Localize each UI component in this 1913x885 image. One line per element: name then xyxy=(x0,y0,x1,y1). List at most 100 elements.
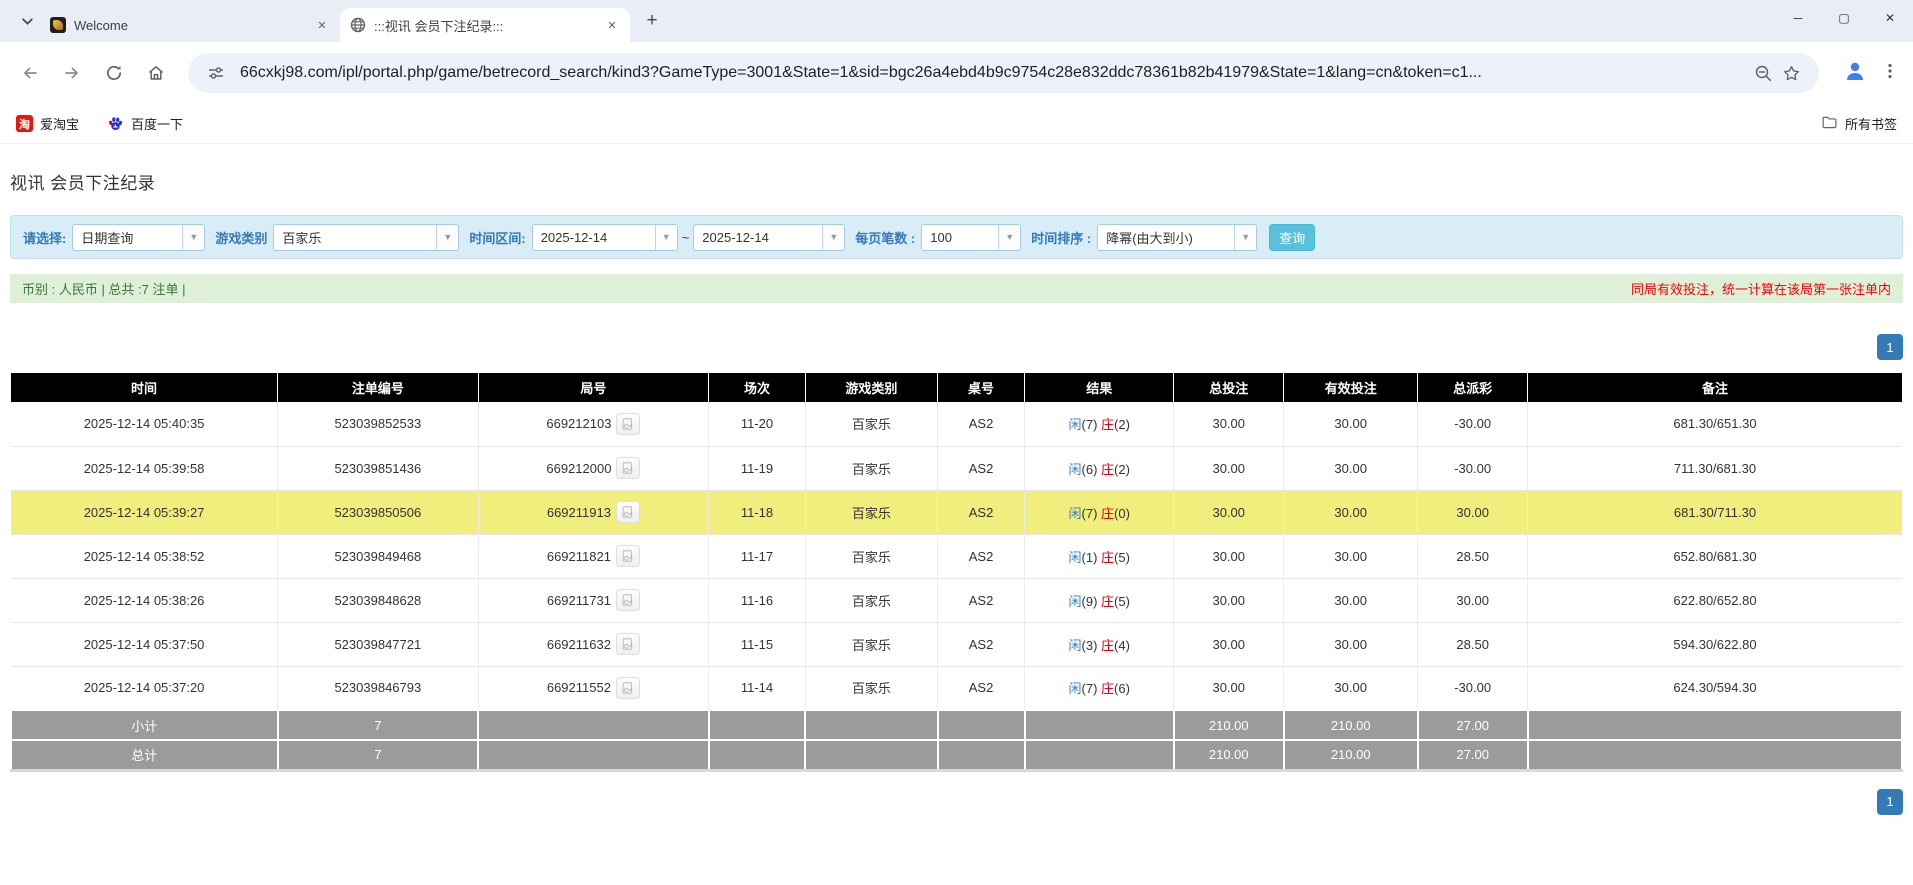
chevron-down-icon[interactable]: ▼ xyxy=(182,224,205,250)
sort-select[interactable]: 降幂(由大到小) ▼ xyxy=(1097,223,1258,251)
total-bet-cell[interactable]: 30.00 xyxy=(1173,622,1285,667)
currency-summary: 币别 : 人民币 | 总共 :7 注单 | xyxy=(22,282,186,297)
total-bet-cell[interactable]: 30.00 xyxy=(1173,446,1285,491)
home-button[interactable] xyxy=(140,57,172,89)
subtotal-total-bet: 210.00 xyxy=(1172,709,1285,740)
bet-no-cell: 523039848628 xyxy=(277,578,479,623)
minimize-button[interactable]: ─ xyxy=(1775,0,1821,36)
round-no-cell: 669211821 xyxy=(478,534,710,579)
video-replay-button[interactable] xyxy=(615,633,640,655)
table-no-cell: AS2 xyxy=(937,622,1026,667)
subtotal-row: 小计 7 210.00 210.00 27.00 xyxy=(10,709,1903,740)
chevron-down-icon xyxy=(21,17,33,25)
bet-no-cell: 523039852533 xyxy=(277,402,479,447)
film-icon xyxy=(623,462,633,474)
total-count: 7 xyxy=(276,739,480,772)
video-replay-button[interactable] xyxy=(615,501,640,523)
table-row: 2025-12-14 05:40:35 523039852533 6692121… xyxy=(11,402,1902,447)
round-no-cell: 669211731 xyxy=(478,578,710,623)
remark-cell: 681.30/711.30 xyxy=(1527,490,1902,535)
forward-button[interactable] xyxy=(56,57,88,89)
game-type-select[interactable]: 百家乐 ▼ xyxy=(273,223,460,251)
col-round-no: 局号 xyxy=(478,373,710,402)
col-remark: 备注 xyxy=(1527,373,1902,402)
round-no-cell: 669212103 xyxy=(478,402,710,447)
game-type-cell: 百家乐 xyxy=(805,490,939,535)
new-tab-button[interactable]: + xyxy=(638,7,666,35)
video-replay-button[interactable] xyxy=(615,545,640,567)
remark-cell: 711.30/681.30 xyxy=(1527,446,1902,491)
total-total-bet: 210.00 xyxy=(1172,739,1285,772)
site-info-tune-icon[interactable] xyxy=(202,59,230,87)
time-cell: 2025-12-14 05:39:27 xyxy=(11,490,279,535)
zoom-out-icon[interactable] xyxy=(1749,59,1777,87)
payout-cell: 28.50 xyxy=(1417,534,1528,579)
back-button[interactable] xyxy=(14,57,46,89)
close-tab-icon[interactable]: ✕ xyxy=(604,17,620,33)
result-cell: 闲(6) 庄(2) xyxy=(1024,446,1175,491)
tab-welcome[interactable]: Welcome ✕ xyxy=(40,8,340,42)
bookmark-star-icon[interactable] xyxy=(1777,59,1805,87)
film-icon xyxy=(622,681,633,694)
col-session: 场次 xyxy=(708,373,806,402)
subtotal-payout: 27.00 xyxy=(1416,709,1529,740)
search-button[interactable]: 查询 xyxy=(1269,223,1316,251)
date-to-input[interactable]: 2025-12-14 ▼ xyxy=(693,223,846,251)
browser-toolbar: 66cxkj98.com/ipl/portal.php/game/betreco… xyxy=(0,42,1913,104)
film-icon xyxy=(622,550,633,562)
pagination-page-1-button[interactable]: 1 xyxy=(1877,334,1903,360)
pagination-page-1-button[interactable]: 1 xyxy=(1877,788,1903,815)
address-bar[interactable]: 66cxkj98.com/ipl/portal.php/game/betreco… xyxy=(188,53,1819,93)
total-bet-cell[interactable]: 30.00 xyxy=(1173,534,1285,579)
close-window-button[interactable]: ✕ xyxy=(1867,0,1913,36)
forward-arrow-icon xyxy=(65,67,78,79)
video-replay-button[interactable] xyxy=(615,589,640,611)
total-bet-cell[interactable]: 30.00 xyxy=(1173,666,1285,711)
game-type-cell: 百家乐 xyxy=(805,622,939,667)
result-cell: 闲(7) 庄(2) xyxy=(1024,402,1175,447)
video-replay-button[interactable] xyxy=(615,676,640,699)
valid-bet-cell: 30.00 xyxy=(1283,578,1419,623)
close-tab-icon[interactable]: ✕ xyxy=(314,17,330,33)
table-no-cell: AS2 xyxy=(937,578,1026,623)
info-bar: 币别 : 人民币 | 总共 :7 注单 | 同局有效投注，统一计算在该局第一张注… xyxy=(10,274,1903,303)
profile-avatar-icon[interactable] xyxy=(1843,59,1867,88)
time-cell: 2025-12-14 05:40:35 xyxy=(11,402,279,447)
result-cell: 闲(7) 庄(6) xyxy=(1024,666,1175,711)
filter-panel: 请选择: 日期查询 ▼ 游戏类别 百家乐 ▼ 时间区间: 2025-12-14 … xyxy=(10,215,1903,259)
bookmark-aitaobao[interactable]: 淘 爱淘宝 xyxy=(16,114,79,133)
per-page-input[interactable]: 100 ▼ xyxy=(921,223,1022,251)
maximize-button[interactable]: ▢ xyxy=(1821,0,1867,36)
browser-menu-icon[interactable] xyxy=(1881,62,1899,85)
tab-search-chevron-button[interactable] xyxy=(14,8,40,34)
bet-no-cell: 523039851436 xyxy=(277,446,479,491)
query-type-select[interactable]: 日期查询 ▼ xyxy=(72,223,206,251)
table-row: 2025-12-14 05:39:27 523039850506 6692119… xyxy=(11,490,1902,535)
video-replay-button[interactable] xyxy=(616,412,641,435)
table-row: 2025-12-14 05:37:50 523039847721 6692116… xyxy=(11,622,1902,667)
all-bookmarks-button[interactable]: 所有书签 xyxy=(1821,114,1897,134)
bookmark-baidu[interactable]: 百度一下 xyxy=(107,114,183,133)
film-icon xyxy=(622,638,633,650)
date-from-input[interactable]: 2025-12-14 ▼ xyxy=(531,223,678,251)
chevron-down-icon[interactable]: ▼ xyxy=(654,224,677,250)
bookmark-label: 爱淘宝 xyxy=(40,117,80,132)
total-label: 总计 xyxy=(10,739,279,772)
chevron-down-icon[interactable]: ▼ xyxy=(998,224,1021,250)
tab-strip: Welcome ✕ :::视讯 会员下注纪录::: ✕ + ─ ▢ ✕ xyxy=(0,0,1913,42)
col-bet-no: 注单编号 xyxy=(277,373,479,402)
chevron-down-icon[interactable]: ▼ xyxy=(1234,224,1257,250)
tab-betrecord[interactable]: :::视讯 会员下注纪录::: ✕ xyxy=(340,8,630,42)
game-type-cell: 百家乐 xyxy=(805,534,939,579)
chevron-down-icon[interactable]: ▼ xyxy=(822,224,845,250)
total-bet-cell[interactable]: 30.00 xyxy=(1173,490,1285,535)
url-text[interactable]: 66cxkj98.com/ipl/portal.php/game/betreco… xyxy=(240,64,1739,82)
chevron-down-icon[interactable]: ▼ xyxy=(436,224,459,250)
remark-cell: 652.80/681.30 xyxy=(1527,534,1902,579)
video-replay-button[interactable] xyxy=(616,457,641,479)
reload-button[interactable] xyxy=(98,57,130,89)
total-bet-cell[interactable]: 30.00 xyxy=(1173,578,1285,623)
valid-bet-cell: 30.00 xyxy=(1283,666,1419,711)
col-time: 时间 xyxy=(11,373,279,402)
total-bet-cell[interactable]: 30.00 xyxy=(1173,402,1285,447)
